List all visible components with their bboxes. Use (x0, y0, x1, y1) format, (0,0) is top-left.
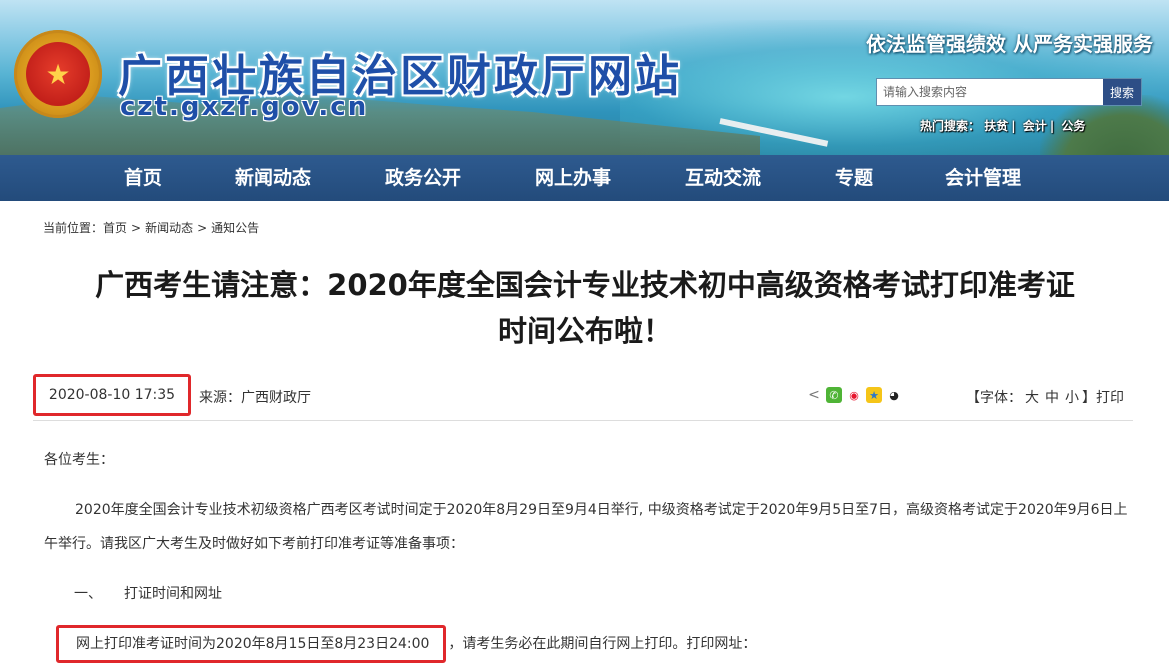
main-nav: 首页 新闻动态 政务公开 网上办事 互动交流 专题 会计管理 (0, 155, 1169, 201)
section-heading: 一、 打证时间和网址 (74, 577, 222, 611)
hot-search-item[interactable]: 扶贫 (984, 119, 1008, 133)
article-title: 广西考生请注意：2020年度全国会计专业技术初中高级资格考试打印准考证 时间公布… (40, 262, 1130, 354)
hot-search: 热门搜索： 扶贫 | 会计 | 公务 (920, 119, 1086, 133)
national-emblem-icon: ★ (14, 30, 102, 118)
font-large-button[interactable]: 大 (1025, 390, 1039, 406)
site-banner: ★ 广西壮族自治区财政厅网站 czt.gxzf.gov.cn 依法监管强绩效 从… (0, 0, 1169, 155)
qq-icon[interactable]: ◕ (886, 387, 902, 403)
breadcrumb-separator: > (197, 221, 208, 235)
breadcrumb-item-home[interactable]: 首页 (103, 221, 127, 235)
breadcrumb-separator: > (131, 221, 142, 235)
article-source: 来源：广西财政厅 (199, 390, 311, 406)
nav-item-online-services[interactable]: 网上办事 (522, 155, 624, 201)
nav-item-topics[interactable]: 专题 (812, 155, 896, 201)
nav-item-news[interactable]: 新闻动态 (222, 155, 324, 201)
article-greeting: 各位考生： (44, 452, 114, 468)
print-time-highlight: 网上打印准考证时间为2020年8月15日至8月23日24:00 (56, 625, 447, 663)
article-paragraph: 2020年度全国会计专业技术初级资格广西考区考试时间定于2020年8月29日至9… (44, 502, 1128, 552)
section-title: 打证时间和网址 (124, 586, 222, 602)
font-small-button[interactable]: 小 (1065, 390, 1079, 406)
breadcrumb: 当前位置：首页 > 新闻动态 > 通知公告 (43, 219, 259, 236)
meta-divider (33, 420, 1133, 421)
qzone-icon[interactable]: ★ (866, 387, 882, 403)
hot-search-item[interactable]: 会计 (1023, 119, 1047, 133)
weibo-icon[interactable]: ◉ (846, 387, 862, 403)
nav-item-home[interactable]: 首页 (100, 155, 186, 201)
search-button[interactable]: 搜索 (1103, 79, 1141, 105)
publish-date: 2020-08-10 17:35 (33, 374, 191, 416)
share-icon[interactable]: < (806, 387, 822, 403)
breadcrumb-item-news[interactable]: 新闻动态 (145, 221, 193, 235)
nav-item-accounting[interactable]: 会计管理 (932, 155, 1034, 201)
font-control-suffix: 】 (1082, 390, 1096, 406)
print-button[interactable]: 打印 (1096, 390, 1124, 406)
breadcrumb-label: 当前位置： (43, 221, 104, 235)
font-control-prefix: 【字体： (966, 390, 1022, 406)
site-domain: czt.gxzf.gov.cn (120, 92, 369, 122)
nav-item-gov-affairs[interactable]: 政务公开 (372, 155, 474, 201)
article-title-line1: 广西考生请注意：2020年度全国会计专业技术初中高级资格考试打印准考证 (95, 268, 1075, 302)
breadcrumb-item-notices[interactable]: 通知公告 (211, 221, 259, 235)
section-number: 一、 (74, 586, 102, 602)
font-medium-button[interactable]: 中 (1045, 390, 1059, 406)
wechat-icon[interactable]: ✆ (826, 387, 842, 403)
share-bar: < ✆ ◉ ★ ◕ (806, 387, 902, 405)
search-input[interactable] (877, 79, 1103, 105)
hot-search-item[interactable]: 公务 (1061, 119, 1085, 133)
font-size-control: 【字体：大中小】打印 (966, 387, 1124, 407)
search-box: 搜索 (876, 78, 1142, 106)
site-slogan: 依法监管强绩效 从严务实强服务 (866, 32, 1153, 56)
print-time-paragraph: 网上打印准考证时间为2020年8月15日至8月23日24:00 ，请考生务必在此期… (56, 625, 756, 663)
article-title-line2: 时间公布啦！ (497, 314, 672, 348)
nav-item-interaction[interactable]: 互动交流 (672, 155, 774, 201)
hot-search-label: 热门搜索： (920, 119, 981, 133)
print-time-rest: ，请考生务必在此期间自行网上打印。打印网址： (448, 636, 757, 652)
article-meta: 2020-08-10 17:35 来源：广西财政厅 < ✆ ◉ ★ ◕ 【字体：… (0, 374, 1169, 418)
